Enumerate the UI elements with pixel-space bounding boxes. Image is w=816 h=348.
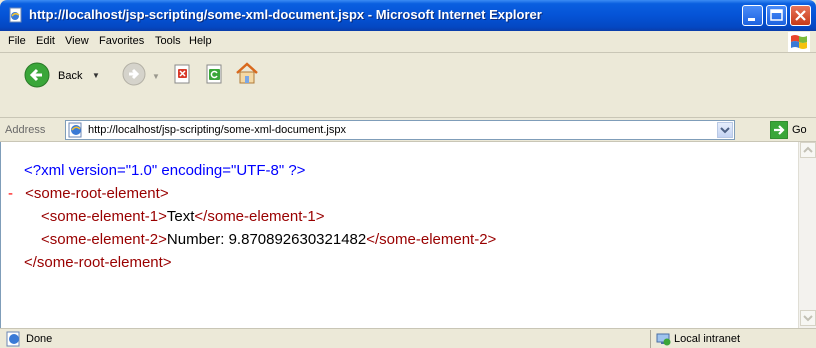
status-text: Done xyxy=(26,333,53,345)
menu-tools[interactable]: Tools xyxy=(155,35,181,47)
status-divider xyxy=(650,330,651,348)
back-dropdown-icon[interactable]: ▼ xyxy=(92,71,100,80)
element-close-tag: </some-element-2> xyxy=(366,231,497,248)
root-close-tag: </some-root-element> xyxy=(24,254,172,271)
chevron-up-icon xyxy=(803,146,813,153)
go-button-label[interactable]: Go xyxy=(792,124,807,136)
element-open-tag: <some-element-2> xyxy=(41,231,167,248)
window-title: http://localhost/jsp-scripting/some-xml-… xyxy=(29,7,542,22)
toolbar: Back ▼ ▼ xyxy=(0,54,816,118)
browser-window: http://localhost/jsp-scripting/some-xml-… xyxy=(0,0,816,348)
back-label: Back xyxy=(58,70,83,82)
back-button[interactable]: Back ▼ xyxy=(4,58,104,88)
xml-element-line: <some-element-2>Number: 9.87089263032148… xyxy=(41,231,496,248)
element-open-tag: <some-element-1> xyxy=(41,208,167,225)
vertical-scrollbar[interactable] xyxy=(798,142,816,328)
root-open-tag: <some-root-element> xyxy=(25,185,169,202)
address-input[interactable]: http://localhost/jsp-scripting/some-xml-… xyxy=(65,120,735,140)
menu-help[interactable]: Help xyxy=(189,35,212,47)
menu-favorites[interactable]: Favorites xyxy=(99,35,144,47)
xml-element-line: <some-element-1>Text</some-element-1> xyxy=(41,208,325,225)
maximize-icon xyxy=(770,9,783,21)
windows-logo-icon xyxy=(788,32,810,52)
title-bar[interactable]: http://localhost/jsp-scripting/some-xml-… xyxy=(0,0,816,31)
element-text: Number: 9.870892630321482 xyxy=(166,231,367,248)
minimize-icon xyxy=(748,18,755,21)
xml-declaration: <?xml version="1.0" encoding="UTF-8" ?> xyxy=(24,162,306,179)
back-icon xyxy=(24,62,50,88)
xml-root-open-line: - <some-root-element> xyxy=(8,185,169,202)
close-icon xyxy=(795,10,806,21)
chevron-down-icon xyxy=(803,315,813,322)
address-dropdown-button[interactable] xyxy=(717,122,733,138)
collapse-toggle[interactable]: - xyxy=(8,185,13,202)
stop-icon[interactable] xyxy=(173,64,193,84)
maximize-button[interactable] xyxy=(766,5,787,26)
address-url: http://localhost/jsp-scripting/some-xml-… xyxy=(88,124,346,136)
menu-bar: File Edit View Favorites Tools Help xyxy=(0,31,816,53)
home-icon[interactable] xyxy=(234,61,260,85)
menu-view[interactable]: View xyxy=(65,35,89,47)
address-bar: Address http://localhost/jsp-scripting/s… xyxy=(0,118,816,142)
chevron-down-icon xyxy=(720,127,730,134)
forward-icon[interactable] xyxy=(122,62,146,86)
document-view: <?xml version="1.0" encoding="UTF-8" ?> … xyxy=(0,142,798,328)
ie-page-icon xyxy=(9,7,22,23)
menu-file[interactable]: File xyxy=(8,35,26,47)
close-button[interactable] xyxy=(790,5,811,26)
go-arrow-icon[interactable] xyxy=(770,121,788,139)
security-zone-label: Local intranet xyxy=(674,333,741,345)
element-close-tag: </some-element-1> xyxy=(194,208,325,225)
forward-dropdown-icon[interactable]: ▼ xyxy=(152,72,160,81)
menu-edit[interactable]: Edit xyxy=(36,35,55,47)
minimize-button[interactable] xyxy=(742,5,763,26)
scroll-up-button[interactable] xyxy=(800,142,816,158)
address-label: Address xyxy=(5,124,46,136)
status-bar: Done Local intranet xyxy=(0,328,816,348)
element-text: Text xyxy=(166,208,195,225)
refresh-icon[interactable] xyxy=(205,64,225,84)
ie-page-icon xyxy=(68,122,82,138)
scroll-down-button[interactable] xyxy=(800,310,816,326)
local-intranet-icon xyxy=(656,333,671,346)
ie-page-icon xyxy=(6,331,20,347)
